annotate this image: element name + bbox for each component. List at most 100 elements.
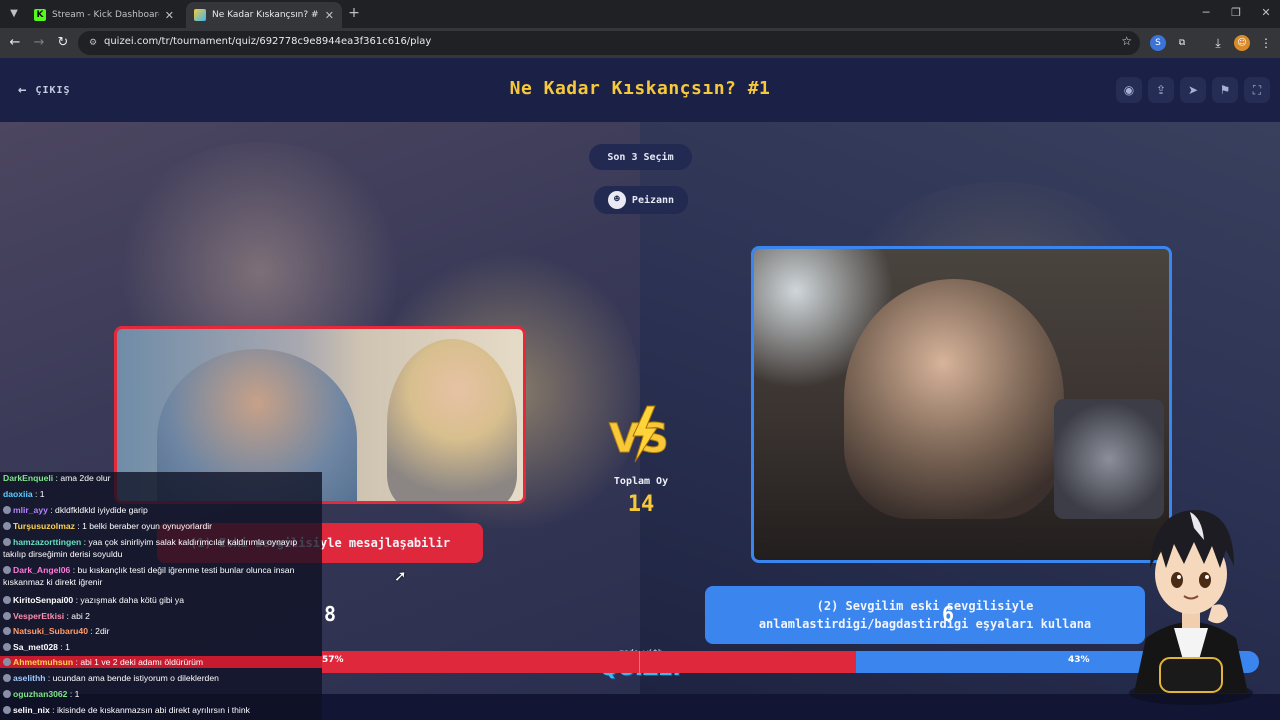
- chat-message: aselithh : ucundan ama bende istiyorum o…: [3, 672, 319, 684]
- chat-text: : 1: [32, 489, 45, 499]
- forward-arrow-icon[interactable]: →: [30, 34, 48, 52]
- chat-username: VesperEtkisi: [13, 611, 65, 621]
- chat-username: Natsuki_Subaru40: [13, 626, 88, 636]
- chat-message: oguzhan3062 : 1: [3, 688, 319, 700]
- versus-lightning-icon: VS: [609, 405, 669, 463]
- profile-avatar-icon[interactable]: ☺: [1234, 35, 1250, 51]
- quizei-favicon-icon: [194, 9, 206, 21]
- site-info-icon[interactable]: ⚙: [86, 36, 100, 50]
- chat-badge-icon: [3, 612, 11, 620]
- option-1-share-fill: [322, 651, 856, 673]
- url-text: quizei.com/tr/tournament/quiz/692778c9e8…: [104, 36, 432, 47]
- chat-username: daoxiia: [3, 489, 33, 499]
- eye-icon[interactable]: ◉: [1116, 77, 1142, 103]
- recent-choices-label: Son 3 Seçim: [607, 151, 674, 163]
- chat-message: Natsuki_Subaru40 : 2dir: [3, 625, 319, 637]
- option-1-vote-count: 8: [324, 602, 337, 626]
- chat-text: : ucundan ama bende istiyorum o dilekler…: [45, 673, 219, 683]
- chat-text: : 1: [57, 642, 70, 652]
- chat-text: : ama 2de olur: [53, 473, 111, 483]
- download-icon[interactable]: ⤓: [1210, 35, 1226, 51]
- kick-logo-icon: K: [34, 9, 46, 21]
- chat-message: Ahmetmuhsun : abi 1 ve 2 deki adamı öldü…: [0, 656, 322, 668]
- chat-text: : ikisinde de kıskanmazsın abi direkt ay…: [49, 705, 250, 715]
- send-icon[interactable]: ➤: [1180, 77, 1206, 103]
- chat-badge-icon: [3, 658, 11, 666]
- chat-message: VesperEtkisi : abi 2: [3, 610, 319, 622]
- chat-message: Dark_Angel06 : bu kıskançlık testi değil…: [3, 564, 319, 588]
- chat-badge-icon: [3, 706, 11, 714]
- chat-message: selin_nix : ikisinde de kıskanmazsın abi…: [3, 704, 319, 716]
- extension-icon[interactable]: S: [1150, 35, 1166, 51]
- flag-icon[interactable]: ⚑: [1212, 77, 1238, 103]
- tab-search-chevron-icon[interactable]: ▼: [4, 4, 24, 24]
- chat-badge-icon: [3, 690, 11, 698]
- page-title: Ne Kadar Kıskançsın? #1: [509, 78, 771, 99]
- chat-message: Turşusuzolmaz : 1 belki beraber oyun oyn…: [3, 520, 319, 532]
- chat-text: : 1 belki beraber oyun oynuyorlardir: [74, 521, 213, 531]
- quiz-header: ← ÇIKIŞ Ne Kadar Kıskançsın? #1 ◉ ⇪ ➤ ⚑ …: [0, 58, 1280, 122]
- chat-username: mlir_ayy: [13, 505, 48, 515]
- chat-badge-icon: [3, 596, 11, 604]
- address-bar[interactable]: ⚙ quizei.com/tr/tournament/quiz/692778c9…: [78, 31, 1140, 55]
- chat-username: DarkEnqueli: [3, 473, 54, 483]
- option-2-vote-count: 6: [942, 602, 955, 626]
- last-chooser-badge: ☻ Peizann: [594, 186, 688, 214]
- back-arrow-icon[interactable]: ←: [6, 34, 24, 52]
- chat-text: : 1: [67, 689, 80, 699]
- tab-title: Stream - Kick Dashboard: [52, 10, 159, 20]
- option-2-image[interactable]: [751, 246, 1172, 563]
- chat-message: daoxiia : 1: [3, 488, 319, 500]
- total-votes-label: Toplam Oy: [613, 476, 669, 487]
- chat-message: Sa_met028 : 1: [3, 641, 319, 653]
- minimize-icon[interactable]: ─: [1196, 6, 1216, 19]
- extensions-puzzle-icon[interactable]: ⧉: [1174, 35, 1190, 51]
- chat-badge-icon: [3, 522, 11, 530]
- last-chooser-name: Peizann: [631, 194, 675, 206]
- chat-text: : 2dir: [88, 626, 110, 636]
- chat-text: : abi 1 ve 2 deki adamı öldürürüm: [73, 657, 204, 667]
- option-2-percent: 43%: [1068, 655, 1090, 665]
- browser-tab-quiz[interactable]: Ne Kadar Kıskançsın? #1 - Tier ✕: [186, 2, 342, 28]
- chat-badge-icon: [3, 627, 11, 635]
- chat-message: hamzazorttingen : yaa çok sinirliyim sal…: [3, 536, 319, 560]
- bar-divider: [639, 651, 640, 673]
- browser-menu-icon[interactable]: ⋮: [1258, 35, 1274, 51]
- chat-message: DarkEnqueli : ama 2de olur: [3, 472, 319, 484]
- chat-username: oguzhan3062: [13, 689, 68, 699]
- chat-badge-icon: [3, 538, 11, 546]
- fullscreen-icon[interactable]: ⛶: [1244, 77, 1270, 103]
- bookmark-star-icon[interactable]: ☆: [1121, 34, 1132, 48]
- share-icon[interactable]: ⇪: [1148, 77, 1174, 103]
- user-avatar-icon: ☻: [607, 191, 626, 209]
- chat-text: : dkldfkldkld iyiydide garip: [47, 505, 148, 515]
- total-votes-value: 14: [627, 492, 655, 517]
- reload-icon[interactable]: ↻: [54, 34, 72, 52]
- option-1-percent: 57%: [322, 655, 344, 665]
- browser-toolbar: ← → ↻ ⚙ quizei.com/tr/tournament/quiz/69…: [0, 28, 1280, 58]
- chat-badge-icon: [3, 506, 11, 514]
- chat-username: hamzazorttingen: [13, 537, 82, 547]
- chat-message: mlir_ayy : dkldfkldkld iyiydide garip: [3, 504, 319, 516]
- chat-username: Turşusuzolmaz: [13, 521, 75, 531]
- restore-icon[interactable]: ❐: [1226, 6, 1246, 19]
- chat-message: KiritoSenpai00 : yazışmak daha kötü gibi…: [3, 594, 319, 606]
- recent-choices-button[interactable]: Son 3 Seçim: [589, 144, 692, 170]
- new-tab-plus-icon[interactable]: +: [346, 5, 362, 21]
- chat-text: : yazışmak daha kötü gibi ya: [73, 595, 185, 605]
- chat-username: Ahmetmuhsun: [13, 657, 74, 667]
- option-2-button[interactable]: (2) Sevgilim eski sevgilisiyle anlamlast…: [705, 586, 1145, 644]
- tab-close-icon[interactable]: ✕: [165, 9, 174, 22]
- chat-username: KiritoSenpai00: [13, 595, 74, 605]
- chat-badge-icon: [3, 566, 11, 574]
- chat-badge-icon: [3, 643, 11, 651]
- tab-close-icon[interactable]: ✕: [325, 9, 334, 22]
- option-2-label-line1: (2) Sevgilim eski sevgilisiyle: [816, 599, 1034, 613]
- chat-username: Dark_Angel06: [13, 565, 71, 575]
- close-window-icon[interactable]: ✕: [1256, 6, 1276, 19]
- option-2-label-line2: anlamlastirdigi/bagdastirdigi eşyaları k…: [758, 617, 1092, 631]
- chat-username: selin_nix: [13, 705, 50, 715]
- tab-title: Ne Kadar Kıskançsın? #1 - Tier: [212, 10, 319, 20]
- browser-tab-kick[interactable]: K Stream - Kick Dashboard ✕: [26, 2, 182, 28]
- stream-chat-overlay: DarkEnqueli : ama 2de olur daoxiia : 1 mli…: [0, 472, 322, 720]
